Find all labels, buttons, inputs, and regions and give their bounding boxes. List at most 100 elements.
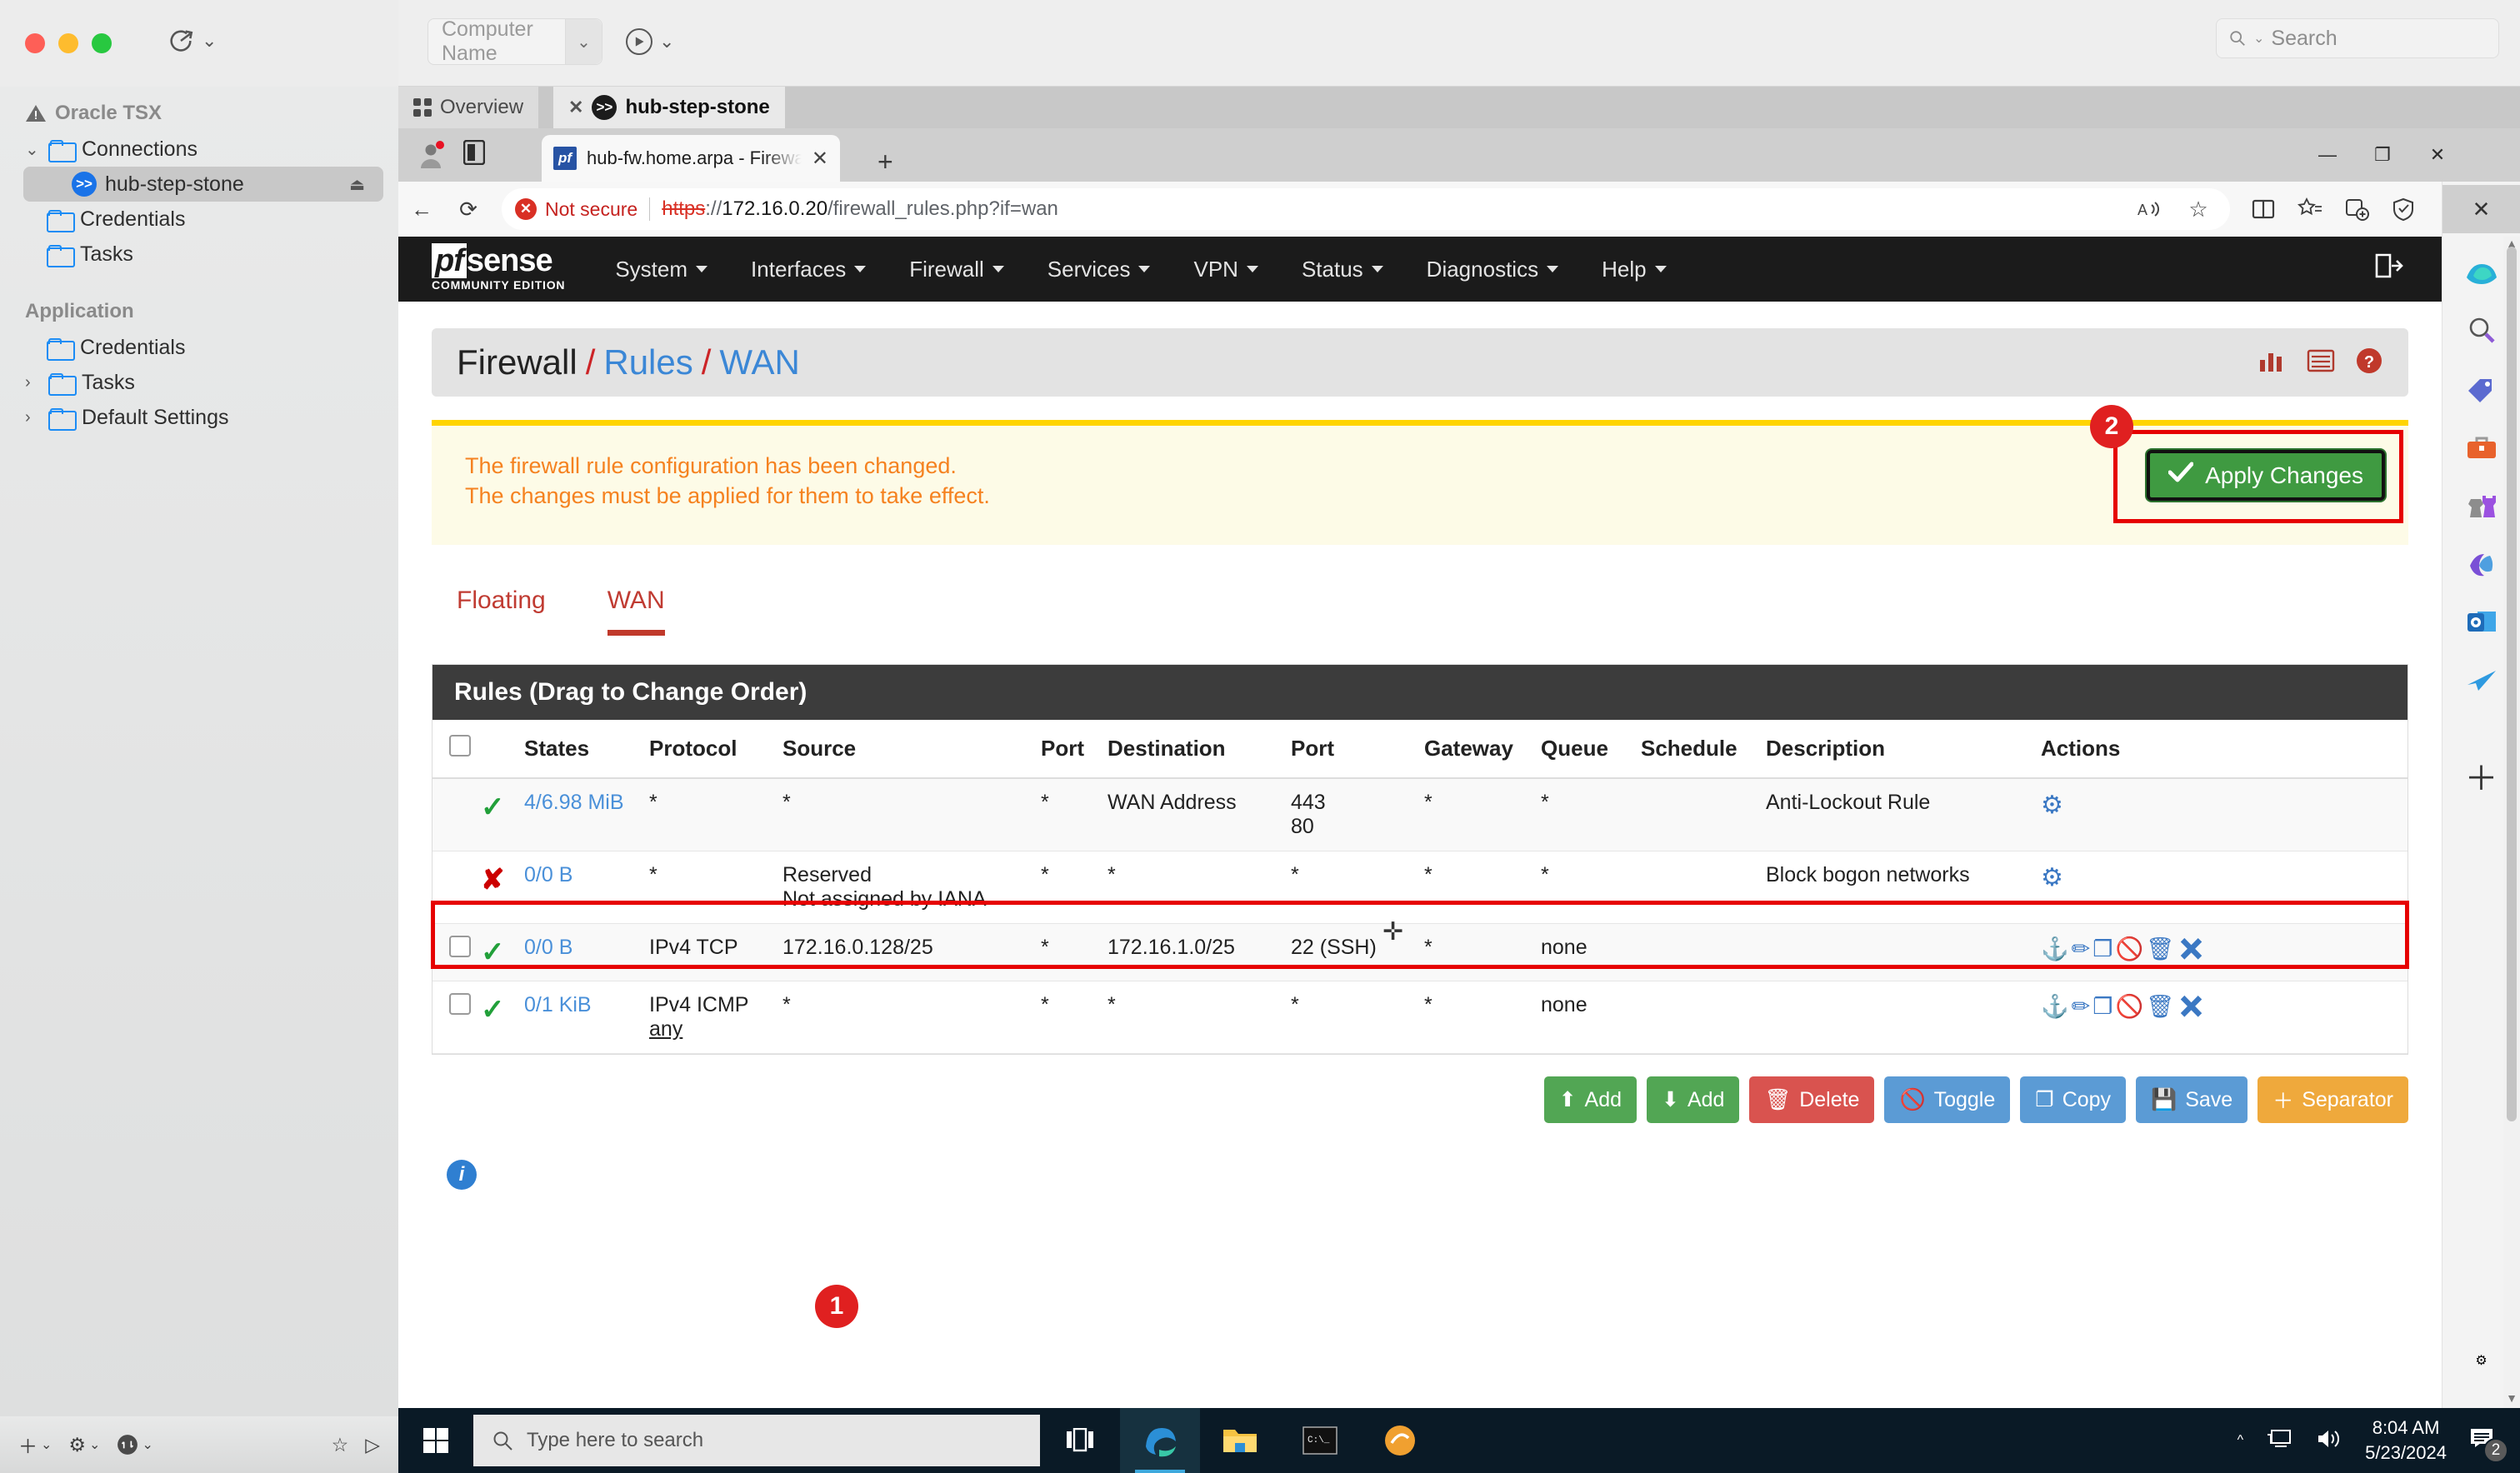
- nav-item-diagnostics[interactable]: Diagnostics: [1405, 257, 1580, 282]
- nav-item-firewall[interactable]: Firewall: [888, 257, 1026, 282]
- page-scrollbar[interactable]: ▲ ▼: [2503, 237, 2520, 1408]
- row-states[interactable]: 0/1 KiB: [519, 981, 644, 1054]
- sidebar-close-icon[interactable]: ✕: [2442, 185, 2520, 233]
- search-icon[interactable]: [2462, 312, 2501, 350]
- tools-icon[interactable]: [2462, 428, 2501, 467]
- vertical-tabs-icon[interactable]: [462, 139, 486, 169]
- chevron-right-icon[interactable]: ›: [25, 408, 40, 427]
- delete-trash-icon[interactable]: 🗑: [2146, 994, 2177, 1019]
- scroll-down-arrow[interactable]: ▼: [2503, 1391, 2520, 1408]
- row-states[interactable]: 0/0 B: [519, 923, 644, 981]
- nav-item-status[interactable]: Status: [1280, 257, 1405, 282]
- address-bar[interactable]: ✕ Not secure https://172.16.0.20/firewal…: [502, 188, 2230, 230]
- close-window-button[interactable]: [25, 33, 45, 53]
- chevron-down-icon[interactable]: ⌄: [25, 139, 40, 160]
- disable-icon[interactable]: 🚫: [2115, 936, 2146, 961]
- breadcrumb-rules[interactable]: Rules: [603, 342, 692, 382]
- refresh-icon[interactable]: ⟳: [445, 186, 492, 232]
- list-icon[interactable]: [2307, 348, 2335, 377]
- profile-avatar-icon[interactable]: [417, 140, 445, 169]
- chevron-down-icon[interactable]: ⌄: [659, 31, 674, 52]
- volume-icon[interactable]: [2315, 1427, 2343, 1455]
- quick-connect-button[interactable]: ⌄: [626, 28, 674, 55]
- sidebar-item-default-settings[interactable]: › Default Settings: [0, 400, 398, 435]
- read-aloud-icon[interactable]: A: [2132, 186, 2168, 232]
- chevron-right-icon[interactable]: ›: [25, 373, 40, 392]
- breadcrumb-wan[interactable]: WAN: [719, 342, 799, 382]
- split-screen-icon[interactable]: [2240, 186, 2287, 232]
- browser-essentials-icon[interactable]: [2380, 186, 2427, 232]
- delete-button[interactable]: 🗑 Delete: [1749, 1076, 1875, 1123]
- settings-gear-button[interactable]: ⚙ ⌄: [68, 1434, 100, 1456]
- office-icon[interactable]: [2462, 545, 2501, 583]
- browser-tab-firewall-rules[interactable]: pf hub-fw.home.arpa - Firewall: Rules ✕: [542, 135, 840, 182]
- computer-name-input[interactable]: Computer Name ⌄: [428, 17, 602, 65]
- security-status[interactable]: ✕ Not secure: [515, 198, 638, 221]
- anchor-icon[interactable]: ⚓: [2041, 936, 2072, 961]
- scrollbar-thumb[interactable]: [2507, 247, 2517, 1121]
- start-button[interactable]: [398, 1428, 473, 1453]
- nav-item-system[interactable]: System: [593, 257, 729, 282]
- table-row[interactable]: ✓ 0/0 B IPv4 TCP 172.16.0.128/25 * 172.1…: [432, 923, 2408, 981]
- sidebar-item-hub-step-stone[interactable]: >> hub-step-stone ⏏: [23, 167, 383, 202]
- gear-icon[interactable]: ⚙: [2041, 864, 2063, 891]
- close-icon[interactable]: ✕: [568, 97, 583, 118]
- add-rule-bottom-button[interactable]: ⬇ Add: [1647, 1076, 1740, 1123]
- row-checkbox[interactable]: [449, 936, 471, 957]
- copy-icon[interactable]: ❐: [2092, 936, 2115, 961]
- nav-item-help[interactable]: Help: [1580, 257, 1688, 282]
- table-row[interactable]: ✓ 4/6.98 MiB * * * WAN Address 443 80 * *: [432, 778, 2408, 851]
- games-icon[interactable]: [2462, 487, 2501, 525]
- tab-wan[interactable]: WAN: [607, 587, 665, 636]
- remove-x-icon[interactable]: ✖: [2177, 936, 2208, 961]
- statistics-icon[interactable]: [2258, 348, 2287, 377]
- nav-item-services[interactable]: Services: [1026, 257, 1172, 282]
- new-tab-button[interactable]: +: [878, 147, 893, 177]
- save-button[interactable]: 💾 Save: [2136, 1076, 2248, 1123]
- reconnect-button[interactable]: ⌄: [167, 27, 217, 55]
- nav-item-interfaces[interactable]: Interfaces: [729, 257, 888, 282]
- edit-pencil-icon[interactable]: ✏: [2072, 936, 2093, 961]
- copy-button[interactable]: ❐ Copy: [2020, 1076, 2127, 1123]
- minimize-window-button[interactable]: [58, 33, 78, 53]
- gear-icon[interactable]: ⚙: [2041, 791, 2063, 819]
- help-icon[interactable]: ?: [2355, 347, 2383, 379]
- eject-icon[interactable]: ⏏: [349, 174, 365, 195]
- tree-group-connections[interactable]: ⌄ Connections: [0, 132, 398, 167]
- separator-button[interactable]: ＋ Separator: [2258, 1076, 2408, 1123]
- taskbar-clock[interactable]: 8:04 AM 5/23/2024: [2365, 1416, 2447, 1465]
- favorites-star-icon[interactable]: ☆: [332, 1434, 349, 1456]
- show-hidden-icons-icon[interactable]: ^: [2238, 1433, 2244, 1448]
- play-triangle-icon[interactable]: ▷: [365, 1434, 380, 1456]
- sidebar-item-app-tasks[interactable]: › Tasks: [0, 365, 398, 400]
- table-row[interactable]: ✘ 0/0 B * Reserved Not assigned by IANA *…: [432, 851, 2408, 924]
- file-explorer-icon[interactable]: [1200, 1408, 1280, 1473]
- sidebar-settings-icon[interactable]: ⚙: [2462, 1341, 2501, 1380]
- tab-overview[interactable]: Overview: [398, 87, 539, 128]
- back-icon[interactable]: ←: [398, 186, 445, 232]
- tab-hub-step-stone[interactable]: ✕ >> hub-step-stone: [553, 87, 785, 128]
- disable-icon[interactable]: 🚫: [2115, 994, 2146, 1019]
- legend-info-icon[interactable]: i: [447, 1160, 477, 1190]
- tab-floating[interactable]: Floating: [457, 587, 546, 636]
- favorites-icon[interactable]: [2287, 186, 2333, 232]
- logout-icon[interactable]: [2375, 253, 2403, 285]
- maximize-window-button[interactable]: [92, 33, 112, 53]
- row-checkbox[interactable]: [449, 993, 471, 1015]
- anchor-icon[interactable]: ⚓: [2041, 994, 2072, 1019]
- copy-icon[interactable]: ❐: [2092, 994, 2115, 1019]
- network-icon[interactable]: [2265, 1427, 2293, 1455]
- add-rule-top-button[interactable]: ⬆ Add: [1543, 1076, 1637, 1123]
- nav-item-vpn[interactable]: VPN: [1172, 257, 1279, 282]
- remove-x-icon[interactable]: ✖: [2177, 994, 2208, 1019]
- close-button[interactable]: ✕: [2410, 128, 2465, 182]
- collections-icon[interactable]: [2333, 186, 2380, 232]
- select-all-checkbox[interactable]: [449, 735, 471, 756]
- table-row[interactable]: ✓ 0/1 KiB IPv4 ICMP any * * * * * none ⚓…: [432, 981, 2408, 1054]
- edge-icon[interactable]: [1120, 1408, 1200, 1473]
- shopping-tag-icon[interactable]: [2462, 370, 2501, 408]
- row-states[interactable]: 0/0 B: [519, 851, 644, 924]
- delete-trash-icon[interactable]: 🗑: [2146, 936, 2177, 961]
- notification-center-button[interactable]: 2: [2468, 1426, 2508, 1463]
- search-input[interactable]: ⌄ Search: [2216, 18, 2499, 58]
